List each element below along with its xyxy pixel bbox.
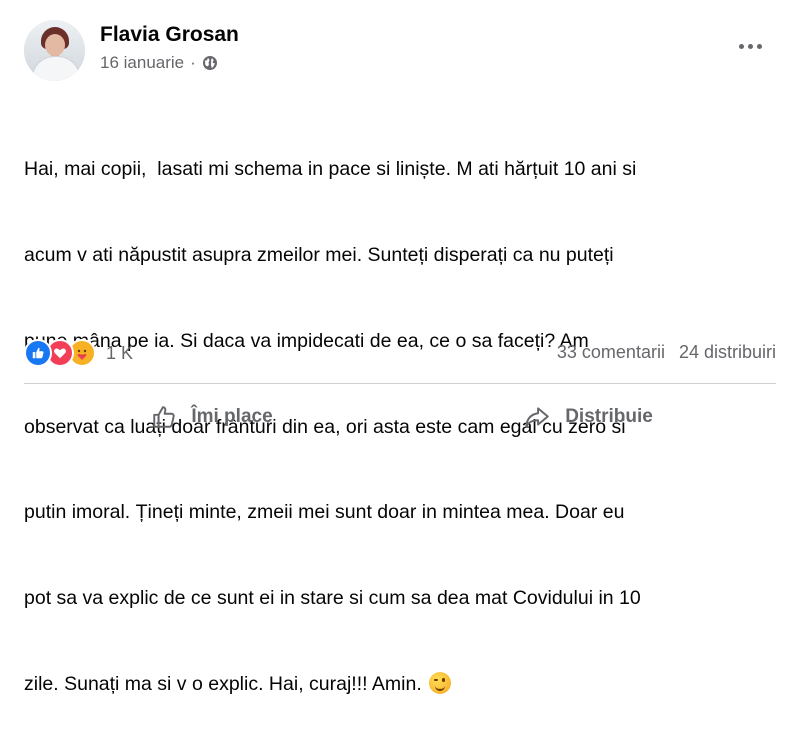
post-text-last-line: zile. Sunați ma si v o explic. Hai, cura… (24, 670, 784, 699)
like-reaction-icon (24, 339, 52, 367)
avatar[interactable] (24, 20, 85, 81)
reactions-summary[interactable]: 1 K (24, 339, 134, 367)
more-options-icon[interactable] (732, 34, 768, 58)
winking-face-emoji (429, 671, 452, 694)
author-name[interactable]: Flavia Grosan (100, 23, 239, 47)
like-button[interactable]: Îmi place (24, 392, 400, 442)
engagement-counts: 33 comentarii 24 distribuiri (557, 342, 776, 363)
post-text-line: acum v ati năpustit asupra zmeilor mei. … (24, 243, 614, 266)
share-button[interactable]: Distribuie (400, 392, 776, 442)
post-text-line: zile. Sunați ma si v o explic. Hai, cura… (24, 672, 422, 695)
thumbs-up-icon (151, 404, 177, 430)
share-button-label: Distribuie (565, 406, 653, 427)
post-stats: 1 K 33 comentarii 24 distribuiri (24, 338, 776, 368)
globe-icon (202, 55, 218, 71)
post-actions: Îmi place Distribuie (24, 392, 776, 442)
post-text-line: pot sa va explic de ce sunt ei in stare … (24, 587, 641, 610)
reaction-count: 1 K (106, 342, 134, 363)
post-meta: 16 ianuarie · (100, 53, 218, 73)
like-button-label: Îmi place (191, 406, 273, 427)
share-arrow-icon (523, 404, 551, 430)
divider (24, 383, 776, 384)
post-text-line: putin imoral. Țineți minte, zmeii mei su… (24, 501, 625, 524)
post-text-line: Hai, mai copii, lasati mi schema in pace… (24, 158, 637, 181)
post-date[interactable]: 16 ianuarie (100, 53, 184, 73)
comments-count-link[interactable]: 33 comentarii (557, 342, 665, 362)
shares-count-link[interactable]: 24 distribuiri (679, 342, 776, 362)
post-header: Flavia Grosan 16 ianuarie · (24, 20, 776, 84)
meta-separator: · (190, 53, 196, 72)
facebook-post: Flavia Grosan 16 ianuarie · Hai, mai cop… (0, 0, 800, 695)
